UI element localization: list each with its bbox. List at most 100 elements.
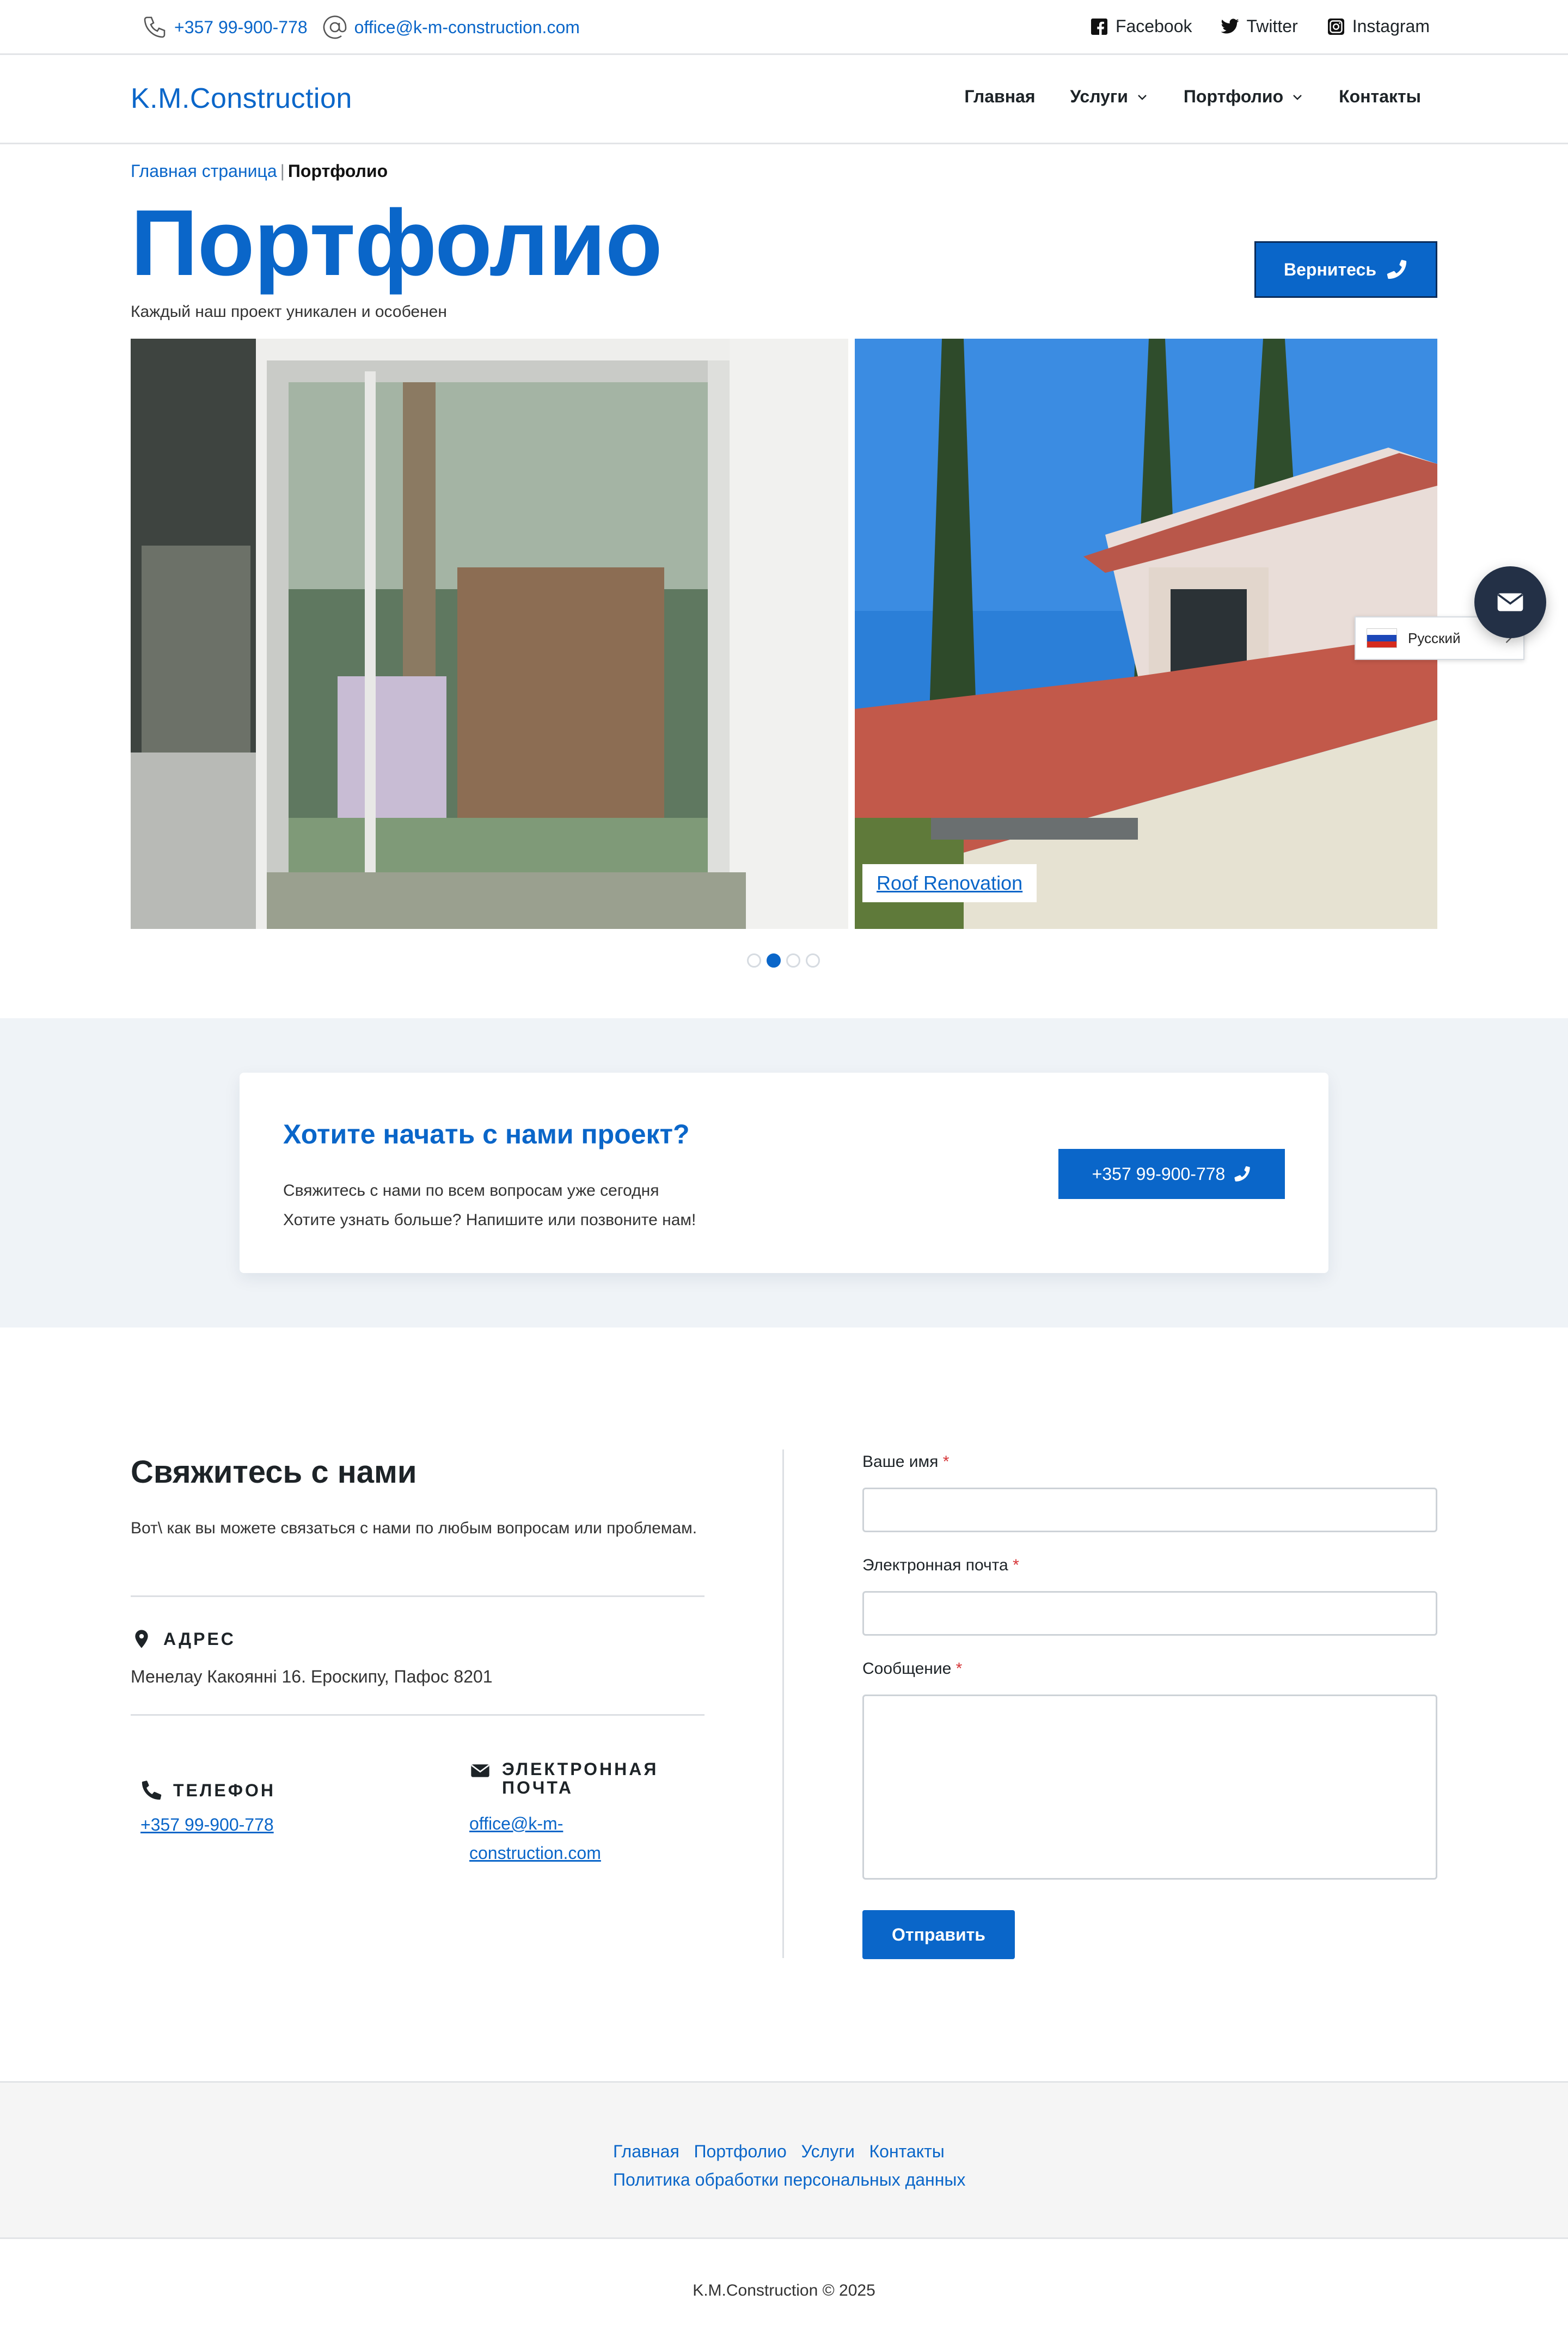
slider-dots bbox=[747, 953, 825, 968]
address-block: АДРЕС Менелау Какояннi 16. Ероскипу, Паф… bbox=[131, 1628, 493, 1691]
instagram-label: Instagram bbox=[1352, 16, 1430, 36]
email-link[interactable]: office@k-m-construction.com bbox=[469, 1809, 658, 1868]
email-label-text: ЭЛЕКТРОННАЯ ПОЧТА bbox=[502, 1760, 658, 1797]
nav-services-label: Услуги bbox=[1070, 87, 1128, 106]
page-title: Портфолио bbox=[131, 191, 663, 295]
email-label-line-2: ПОЧТА bbox=[502, 1778, 574, 1797]
nav-home[interactable]: Главная bbox=[964, 87, 1035, 107]
copyright: K.M.Construction © 2025 bbox=[693, 2281, 875, 2299]
phone-label: ТЕЛЕФОН bbox=[140, 1779, 275, 1801]
cta-text: Свяжитесь с нами по всем вопросам уже се… bbox=[283, 1176, 696, 1235]
name-label-text: Ваше имя bbox=[862, 1453, 939, 1471]
address-value: Менелау Какояннi 16. Ероскипу, Пафос 820… bbox=[131, 1667, 493, 1686]
top-phone-text: +357 99-900-778 bbox=[174, 17, 308, 37]
footer-link-contacts[interactable]: Контакты bbox=[869, 2137, 945, 2166]
footer-link-policy[interactable]: Политика обработки персональных данных bbox=[613, 2166, 965, 2194]
top-email-link[interactable]: office@k-m-construction.com bbox=[322, 14, 580, 40]
slider-dot[interactable] bbox=[806, 953, 820, 968]
at-icon bbox=[323, 15, 346, 39]
top-bar: +357 99-900-778 office@k-m-construction.… bbox=[0, 0, 1568, 55]
site-logo[interactable]: K.M.Construction bbox=[131, 82, 352, 115]
breadcrumb: Главная страница | Портфолио bbox=[131, 161, 388, 181]
chevron-down-icon bbox=[1293, 94, 1302, 100]
twitter-icon bbox=[1221, 18, 1239, 33]
nav-contacts-label: Контакты bbox=[1339, 87, 1421, 106]
social-links: Facebook Twitter Instagram bbox=[1061, 16, 1430, 36]
twitter-link[interactable]: Twitter bbox=[1220, 16, 1298, 36]
top-email-text: office@k-m-construction.com bbox=[354, 17, 580, 37]
language-label: Русский bbox=[1408, 629, 1461, 646]
cta-title: Хотите начать с нами проект? bbox=[283, 1119, 690, 1149]
divider bbox=[131, 1714, 705, 1716]
contact-description: Вот\ как вы можете связаться с нами по л… bbox=[131, 1519, 697, 1537]
slider-dot[interactable] bbox=[786, 953, 800, 968]
top-phone-link[interactable]: +357 99-900-778 bbox=[142, 14, 308, 40]
name-input[interactable] bbox=[862, 1488, 1437, 1532]
name-label: Ваше имя * bbox=[862, 1453, 949, 1471]
email-link-line-2: construction.com bbox=[469, 1843, 601, 1863]
portfolio-slider[interactable]: Roof Renovation bbox=[131, 339, 1437, 929]
contact-title: Свяжитесь с нами bbox=[131, 1454, 417, 1490]
back-button[interactable]: Вернитесь bbox=[1254, 241, 1437, 298]
phone-icon bbox=[144, 16, 166, 38]
footer-links: Главная Портфолио Услуги Контакты Полити… bbox=[613, 2137, 965, 2194]
facebook-icon bbox=[1091, 18, 1107, 35]
breadcrumb-separator: | bbox=[280, 161, 285, 181]
breadcrumb-current: Портфолио bbox=[287, 161, 388, 181]
message-label: Сообщение * bbox=[862, 1660, 962, 1678]
cta-phone-button[interactable]: +357 99-900-778 bbox=[1058, 1149, 1285, 1199]
back-button-label: Вернитесь bbox=[1284, 259, 1376, 279]
divider bbox=[131, 1595, 705, 1597]
map-pin-icon bbox=[135, 1630, 148, 1648]
slider-dot[interactable] bbox=[747, 953, 761, 968]
cta-card: Хотите начать с нами проект? Свяжитесь с… bbox=[240, 1073, 1328, 1273]
window-photo bbox=[131, 339, 848, 929]
nav-services[interactable]: Услуги bbox=[1070, 87, 1149, 107]
footer-link-portfolio[interactable]: Портфолио bbox=[694, 2137, 786, 2166]
cta-line-2: Хотите узнать больше? Напишите или позво… bbox=[283, 1211, 696, 1229]
submit-button[interactable]: Отправить bbox=[862, 1910, 1015, 1959]
message-textarea[interactable] bbox=[862, 1695, 1437, 1880]
footer-nav: Главная Портфолио Услуги Контакты Полити… bbox=[0, 2081, 1568, 2239]
instagram-icon bbox=[1327, 18, 1344, 35]
footer-link-home[interactable]: Главная bbox=[613, 2137, 679, 2166]
breadcrumb-home[interactable]: Главная страница bbox=[131, 161, 277, 181]
nav-portfolio[interactable]: Портфолио bbox=[1184, 87, 1304, 107]
email-label-line-1: ЭЛЕКТРОННАЯ bbox=[502, 1759, 659, 1779]
slide-image-roof[interactable] bbox=[855, 339, 1437, 929]
slide-caption-link[interactable]: Roof Renovation bbox=[862, 864, 1037, 902]
envelope-icon bbox=[1497, 593, 1523, 611]
phone-icon bbox=[1234, 1166, 1251, 1182]
slider-dot-active[interactable] bbox=[767, 953, 781, 968]
message-label-text: Сообщение bbox=[862, 1660, 952, 1678]
facebook-link[interactable]: Facebook bbox=[1089, 16, 1192, 36]
address-label: АДРЕС bbox=[131, 1628, 493, 1650]
email-label: ЭЛЕКТРОННАЯ ПОЧТА bbox=[469, 1760, 658, 1797]
email-field-label: Электронная почта * bbox=[862, 1556, 1019, 1575]
footer-links-row: Главная Портфолио Услуги Контакты bbox=[613, 2137, 965, 2166]
envelope-icon bbox=[471, 1764, 489, 1777]
roof-photo bbox=[855, 339, 1437, 929]
mail-fab-button[interactable] bbox=[1474, 566, 1546, 638]
russia-flag-icon bbox=[1367, 628, 1397, 648]
cta-line-1: Свяжитесь с нами по всем вопросам уже се… bbox=[283, 1182, 659, 1200]
vertical-divider bbox=[782, 1449, 784, 1958]
facebook-label: Facebook bbox=[1115, 16, 1192, 36]
phone-icon bbox=[142, 1781, 162, 1800]
email-field-label-text: Электронная почта bbox=[862, 1556, 1008, 1574]
nav-home-label: Главная bbox=[964, 87, 1036, 106]
email-input[interactable] bbox=[862, 1591, 1437, 1636]
nav-contacts[interactable]: Контакты bbox=[1339, 87, 1421, 107]
footer-link-services[interactable]: Услуги bbox=[801, 2137, 854, 2166]
email-block: ЭЛЕКТРОННАЯ ПОЧТА office@k-m-construction… bbox=[469, 1760, 658, 1868]
required-mark: * bbox=[955, 1660, 963, 1678]
twitter-label: Twitter bbox=[1246, 16, 1298, 36]
phone-icon bbox=[1387, 260, 1407, 279]
address-label-text: АДРЕС bbox=[163, 1629, 236, 1649]
phone-block: ТЕЛЕФОН +357 99-900-778 bbox=[140, 1779, 275, 1839]
slide-image-window[interactable] bbox=[131, 339, 848, 929]
main-nav: Главная Услуги Портфолио Контакты bbox=[929, 87, 1421, 107]
phone-link[interactable]: +357 99-900-778 bbox=[140, 1810, 275, 1839]
instagram-link[interactable]: Instagram bbox=[1326, 16, 1430, 36]
phone-label-text: ТЕЛЕФОН bbox=[173, 1780, 275, 1800]
